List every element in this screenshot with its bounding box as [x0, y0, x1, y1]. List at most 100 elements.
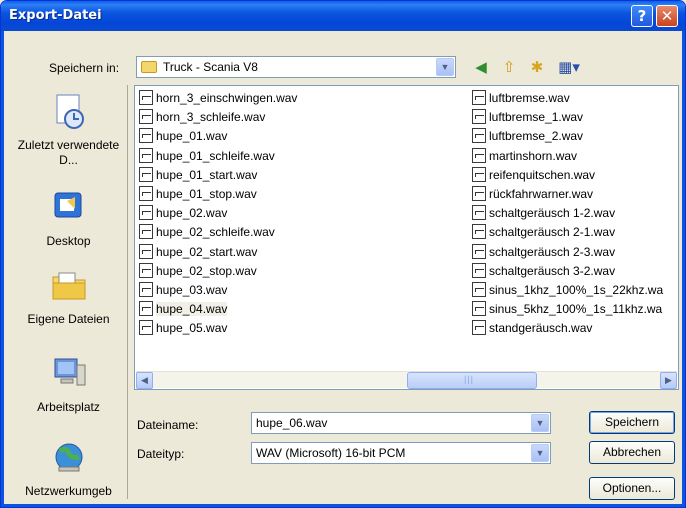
place-recent[interactable]: Zuletzt verwendete D... [9, 91, 128, 168]
chevron-down-icon[interactable]: ▼ [531, 414, 549, 432]
place-my-computer[interactable]: Arbeitsplatz [9, 353, 128, 414]
place-desktop[interactable]: Desktop [9, 187, 128, 248]
recent-documents-icon [56, 94, 84, 129]
file-item[interactable]: hupe_01_start.wav [139, 166, 459, 187]
place-label: Zuletzt verwendete D... [17, 138, 120, 167]
file-item[interactable]: schaltgeräusch 1-2.wav [472, 205, 676, 225]
file-name: hupe_02_schleife.wav [156, 225, 275, 240]
places-bar: Zuletzt verwendete D... Desktop Eigene D… [9, 85, 128, 499]
options-button[interactable]: Optionen... [589, 477, 675, 500]
filetype-value: WAV (Microsoft) 16-bit PCM [256, 446, 406, 460]
chevron-down-icon[interactable]: ▼ [531, 444, 549, 462]
wav-file-icon [139, 224, 153, 240]
file-item[interactable]: luftbremse_1.wav [472, 109, 676, 129]
file-item[interactable]: hupe_02_stop.wav [139, 262, 459, 283]
file-name: hupe_01.wav [156, 129, 228, 144]
place-label: Eigene Dateien [27, 312, 110, 326]
horizontal-scrollbar[interactable]: ◀ ▶ [136, 371, 677, 389]
wav-file-icon [472, 205, 486, 221]
file-item[interactable]: hupe_01.wav [139, 128, 459, 148]
filetype-label: Dateityp: [137, 447, 185, 461]
file-name: hupe_02.wav [156, 206, 228, 221]
file-item[interactable]: standgeräusch.wav [472, 320, 676, 340]
location-dropdown[interactable]: Truck - Scania V8 ▼ [136, 56, 456, 78]
file-list[interactable]: horn_3_einschwingen.wav horn_3_schleife.w… [134, 85, 679, 390]
wav-file-icon [139, 262, 153, 278]
file-name: reifenquitschen.wav [489, 167, 596, 182]
scroll-left-button[interactable]: ◀ [136, 372, 153, 389]
file-item[interactable]: schaltgeräusch 2-3.wav [472, 243, 676, 264]
file-item[interactable]: sinus_1khz_100%_1s_22khz.wa [472, 282, 676, 302]
file-item[interactable]: hupe_01_stop.wav [139, 186, 459, 206]
wav-file-icon [139, 320, 153, 336]
wav-file-icon [139, 205, 153, 221]
place-network[interactable]: Netzwerkumgeb [9, 437, 128, 498]
file-item[interactable]: hupe_03.wav [139, 282, 459, 302]
save-button[interactable]: Speichern [589, 411, 675, 434]
back-icon[interactable]: ◀ [470, 57, 492, 79]
place-label: Arbeitsplatz [37, 400, 100, 414]
file-item[interactable]: luftbremse.wav [472, 90, 676, 110]
title-bar[interactable]: Export-Datei ? ✕ [1, 1, 685, 31]
file-item[interactable]: hupe_04.wav [139, 301, 459, 321]
filename-value[interactable]: hupe_06.wav [256, 416, 327, 430]
file-name: hupe_01_schleife.wav [156, 148, 275, 163]
file-name: hupe_03.wav [156, 283, 228, 297]
file-item[interactable]: horn_3_schleife.wav [139, 109, 459, 129]
wav-file-icon [472, 262, 486, 278]
location-value-wrap: Truck - Scania V8 [141, 60, 258, 74]
file-name: sinus_1khz_100%_1s_22khz.wa [489, 283, 664, 297]
file-name: schaltgeräusch 2-3.wav [489, 244, 616, 259]
up-folder-icon[interactable]: ⇧ [498, 57, 520, 79]
place-label: Netzwerkumgeb [25, 484, 112, 498]
file-item[interactable]: rückfahrwarner.wav [472, 186, 676, 206]
window-frame-bottom [1, 504, 685, 507]
cancel-button[interactable]: Abbrechen [589, 441, 675, 464]
new-folder-icon[interactable]: ✱ [526, 57, 548, 79]
file-name: hupe_01_start.wav [156, 167, 258, 182]
wav-file-icon [139, 186, 153, 201]
views-menu-icon[interactable]: ▦▾ [554, 57, 584, 79]
file-item[interactable]: reifenquitschen.wav [472, 166, 676, 187]
wav-file-icon [139, 128, 153, 144]
file-item[interactable]: martinshorn.wav [472, 147, 676, 168]
file-item[interactable]: hupe_02.wav [139, 205, 459, 225]
file-name: hupe_05.wav [156, 321, 228, 336]
chevron-down-icon[interactable]: ▼ [436, 58, 454, 76]
wav-file-icon [472, 282, 486, 297]
file-item[interactable]: horn_3_einschwingen.wav [139, 90, 459, 110]
file-item[interactable]: hupe_02_schleife.wav [139, 224, 459, 244]
file-name: martinshorn.wav [489, 148, 578, 163]
filename-label: Dateiname: [137, 418, 199, 432]
place-label: Desktop [46, 234, 91, 248]
file-item[interactable]: hupe_02_start.wav [139, 243, 459, 264]
file-name: horn_3_einschwingen.wav [156, 91, 298, 105]
file-item[interactable]: hupe_01_schleife.wav [139, 147, 459, 168]
folder-icon [141, 61, 157, 73]
window-frame-left [1, 31, 4, 507]
wav-file-icon [472, 320, 486, 336]
filename-input[interactable]: hupe_06.wav ▼ [251, 412, 551, 434]
window-frame-right [682, 31, 685, 507]
place-my-documents[interactable]: Eigene Dateien [9, 265, 128, 326]
wav-file-icon [472, 166, 486, 182]
filetype-dropdown[interactable]: WAV (Microsoft) 16-bit PCM ▼ [251, 442, 551, 464]
file-item[interactable]: hupe_05.wav [139, 320, 459, 340]
file-item[interactable]: schaltgeräusch 3-2.wav [472, 262, 676, 283]
file-item[interactable]: luftbremse_2.wav [472, 128, 676, 148]
scroll-right-button[interactable]: ▶ [660, 372, 677, 389]
my-computer-icon [54, 358, 85, 386]
file-name: schaltgeräusch 1-2.wav [489, 206, 616, 221]
file-item[interactable]: sinus_5khz_100%_1s_11khz.wa [472, 301, 676, 321]
file-item[interactable]: schaltgeräusch 2-1.wav [472, 224, 676, 244]
wav-file-icon [139, 109, 153, 125]
desktop-icon [54, 192, 81, 218]
scrollbar-thumb[interactable] [407, 372, 537, 389]
file-name: luftbremse_1.wav [489, 110, 584, 125]
location-value: Truck - Scania V8 [163, 60, 258, 74]
wav-file-icon [472, 224, 486, 240]
wav-file-icon [472, 147, 486, 163]
close-button[interactable]: ✕ [656, 5, 678, 27]
help-button[interactable]: ? [631, 5, 653, 27]
file-name: standgeräusch.wav [489, 321, 593, 336]
